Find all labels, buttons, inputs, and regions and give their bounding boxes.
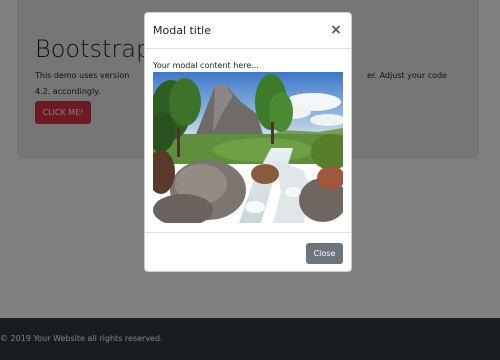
close-button[interactable]: Close (306, 243, 343, 264)
modal-body-text: Your modal content here... (153, 61, 259, 70)
modal-footer: Close (145, 232, 351, 271)
waterfall-landscape-image (153, 72, 343, 223)
modal-header: Modal title × (145, 13, 351, 49)
close-icon[interactable]: × (330, 23, 342, 37)
modal-title: Modal title (153, 24, 212, 37)
modal-dialog: Modal title × Your modal content here... (144, 12, 352, 272)
